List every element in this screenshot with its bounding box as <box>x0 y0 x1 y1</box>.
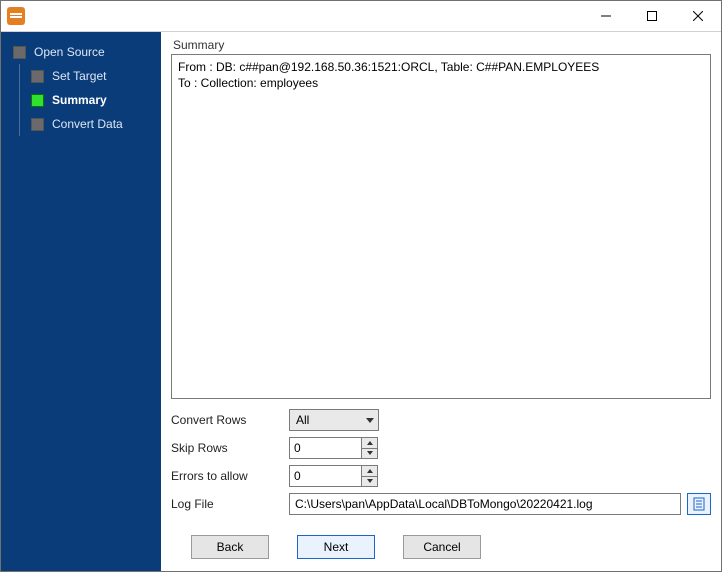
step-status-box <box>13 46 26 59</box>
label-skip-rows: Skip Rows <box>171 441 289 455</box>
step-status-box <box>31 70 44 83</box>
log-file-input[interactable] <box>289 493 681 515</box>
step-label: Convert Data <box>52 117 123 131</box>
step-label: Set Target <box>52 69 106 83</box>
wizard-sidebar: Open Source Set Target Summary Convert D… <box>1 32 161 571</box>
summary-text-area[interactable]: From : DB: c##pan@192.168.50.36:1521:ORC… <box>171 54 711 399</box>
errors-allow-stepper <box>289 465 378 487</box>
titlebar <box>1 1 721 31</box>
main-panel: Summary From : DB: c##pan@192.168.50.36:… <box>161 32 721 571</box>
step-status-box <box>31 118 44 131</box>
summary-from-line: From : DB: c##pan@192.168.50.36:1521:ORC… <box>178 59 704 75</box>
step-set-target[interactable]: Set Target <box>1 64 161 88</box>
errors-allow-down[interactable] <box>362 476 377 487</box>
content-area: Open Source Set Target Summary Convert D… <box>1 31 721 571</box>
chevron-down-icon <box>366 418 374 423</box>
step-open-source[interactable]: Open Source <box>1 40 161 64</box>
label-errors-allow: Errors to allow <box>171 469 289 483</box>
minimize-button[interactable] <box>583 1 629 31</box>
chevron-down-icon <box>367 451 373 455</box>
errors-allow-up[interactable] <box>362 466 377 476</box>
skip-rows-input[interactable] <box>289 437 361 459</box>
wizard-window: Open Source Set Target Summary Convert D… <box>0 0 722 572</box>
options-form: Convert Rows All Skip Rows <box>171 399 711 525</box>
row-convert-rows: Convert Rows All <box>171 409 711 431</box>
step-summary[interactable]: Summary <box>1 88 161 112</box>
chevron-up-icon <box>367 469 373 473</box>
errors-allow-input[interactable] <box>289 465 361 487</box>
label-log-file: Log File <box>171 497 289 511</box>
row-log-file: Log File <box>171 493 711 515</box>
label-convert-rows: Convert Rows <box>171 413 289 427</box>
step-label: Summary <box>52 93 107 107</box>
row-skip-rows: Skip Rows <box>171 437 711 459</box>
back-button[interactable]: Back <box>191 535 269 559</box>
window-controls <box>583 1 721 31</box>
file-icon <box>693 497 705 511</box>
next-button[interactable]: Next <box>297 535 375 559</box>
skip-rows-down[interactable] <box>362 448 377 459</box>
step-convert-data[interactable]: Convert Data <box>1 112 161 136</box>
section-title: Summary <box>173 38 711 52</box>
row-errors-allow: Errors to allow <box>171 465 711 487</box>
step-list: Open Source Set Target Summary Convert D… <box>1 40 161 136</box>
app-icon <box>7 7 25 25</box>
chevron-down-icon <box>367 479 373 483</box>
browse-log-file-button[interactable] <box>687 493 711 515</box>
chevron-up-icon <box>367 441 373 445</box>
close-button[interactable] <box>675 1 721 31</box>
maximize-button[interactable] <box>629 1 675 31</box>
skip-rows-up[interactable] <box>362 438 377 448</box>
step-label: Open Source <box>34 45 105 59</box>
convert-rows-value: All <box>296 413 309 427</box>
wizard-footer: Back Next Cancel <box>171 525 711 561</box>
summary-to-line: To : Collection: employees <box>178 75 704 91</box>
convert-rows-select[interactable]: All <box>289 409 379 431</box>
cancel-button[interactable]: Cancel <box>403 535 481 559</box>
skip-rows-stepper <box>289 437 378 459</box>
step-status-box <box>31 94 44 107</box>
